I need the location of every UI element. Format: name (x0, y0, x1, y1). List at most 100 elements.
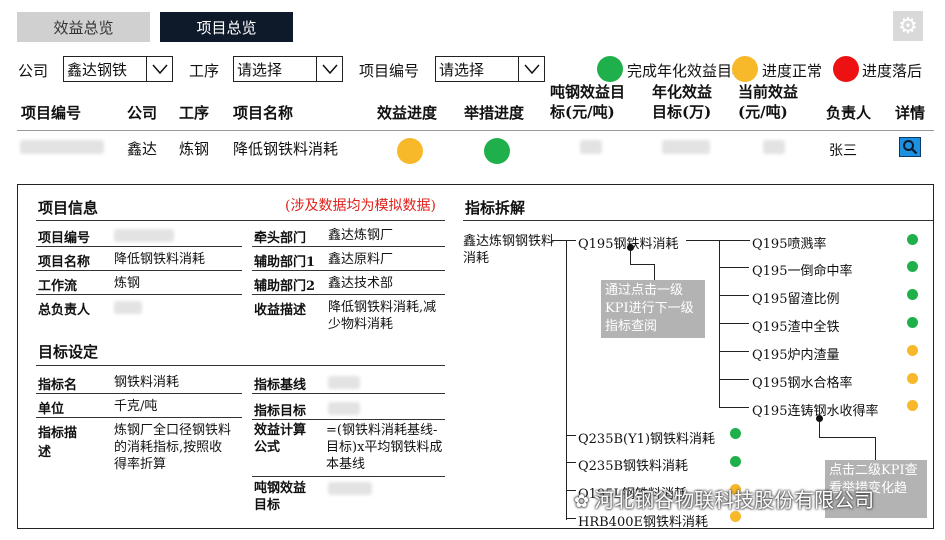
kpi-status-dot (730, 428, 741, 439)
divider (252, 294, 445, 295)
tree-line (719, 351, 749, 352)
row-process: 炼钢 (179, 140, 210, 158)
info-key-lead-dept: 牵头部门 (254, 231, 307, 246)
target-key-target: 指标目标 (254, 404, 307, 419)
table-header-divider (17, 130, 934, 131)
divider (36, 294, 242, 295)
project-no-select-value: 请选择 (439, 60, 485, 79)
info-value-aux-dept-2: 鑫达技术部 (328, 276, 394, 291)
col-ton-benefit-target: 吨钢效益目标(元/吨) (550, 83, 626, 121)
row-company: 鑫达 (127, 140, 158, 158)
tree-line (719, 323, 749, 324)
current-benefit-redacted (763, 140, 785, 154)
tree-line (566, 435, 576, 436)
info-key-project-no: 项目编号 (38, 231, 91, 246)
company-select[interactable]: 鑫达钢铁 (63, 56, 173, 82)
legend-normal-label: 进度正常 (762, 62, 823, 80)
callout-line (630, 250, 631, 264)
target-key-desc: 指标描述 (38, 426, 78, 460)
divider (252, 393, 445, 394)
target-title: 目标设定 (38, 343, 99, 361)
kpi-l1-hrb400e[interactable]: HRB400E钢铁料消耗 (578, 511, 708, 530)
callout-line (630, 264, 654, 265)
kpi-l2-slag-volume[interactable]: Q195炉内渣量 (752, 344, 839, 363)
gear-icon[interactable]: ⚙ (893, 11, 923, 41)
col-project-name: 项目名称 (233, 104, 294, 122)
col-benefit-progress: 效益进度 (377, 104, 438, 122)
detail-search-button[interactable] (899, 137, 921, 157)
wechat-icon: ✿ (574, 491, 595, 511)
kpi-l2-steel-pass-rate[interactable]: Q195钢水合格率 (752, 372, 852, 391)
chevron-down-icon[interactable] (316, 57, 342, 81)
kpi-l2-slag-iron[interactable]: Q195渣中全铁 (752, 316, 839, 335)
search-icon (903, 140, 918, 155)
target-baseline-redacted (328, 376, 360, 389)
chevron-down-icon[interactable] (518, 57, 544, 81)
row-project-name: 降低钢铁料消耗 (233, 140, 339, 158)
target-key-ton-benefit: 吨钢效益目标 (254, 481, 307, 513)
legend-behind-label: 进度落后 (862, 62, 923, 80)
info-key-owner: 总负责人 (38, 303, 91, 318)
target-target-redacted (328, 402, 360, 415)
company-label: 公司 (18, 62, 49, 80)
info-value-workflow: 炼钢 (114, 276, 141, 291)
target-key-indicator: 指标名 (38, 378, 78, 393)
kpi-l1-q235b[interactable]: Q235B钢铁料消耗 (578, 455, 688, 474)
legend-complete-label: 完成年化效益目标 (627, 62, 748, 80)
divider (36, 393, 242, 394)
tab-project-overview[interactable]: 项目总览 (160, 12, 293, 42)
divider (36, 270, 242, 271)
project-no-redacted (20, 140, 104, 154)
kpi-status-dot (907, 345, 918, 356)
col-company: 公司 (127, 104, 158, 122)
kpi-root: 鑫达炼钢钢铁料消耗 (463, 234, 555, 266)
info-key-aux-dept-1: 辅助部门1 (254, 255, 316, 270)
tree-line (686, 240, 750, 241)
col-owner: 负责人 (826, 104, 872, 122)
info-owner-redacted (114, 301, 142, 314)
chevron-down-icon[interactable] (146, 57, 172, 81)
info-key-benefit-desc: 收益描述 (254, 303, 307, 318)
kpi-status-dot (730, 456, 741, 467)
process-select[interactable]: 请选择 (233, 56, 343, 82)
info-value-benefit-desc: 降低钢铁料消耗,减少物料消耗 (328, 300, 437, 332)
kpi-l2-hit-rate[interactable]: Q195一倒命中率 (752, 260, 852, 279)
target-key-unit: 单位 (38, 402, 65, 417)
target-ton-benefit-redacted (328, 482, 372, 495)
tree-line (719, 407, 749, 408)
divider (252, 270, 445, 271)
info-value-aux-dept-1: 鑫达原料厂 (328, 252, 394, 267)
info-value-project-name: 降低钢铁料消耗 (114, 252, 206, 267)
kpi-l1-q235b-y1[interactable]: Q235B(Y1)钢铁料消耗 (578, 428, 715, 447)
col-detail: 详情 (895, 104, 926, 122)
watermark: ✿ 河北钢谷物联科技股份有限公司 (574, 484, 874, 513)
divider (252, 476, 445, 477)
kpi-callout-1: 通过点击一级KPI进行下一级指标查阅 (601, 280, 705, 338)
divider (36, 246, 242, 247)
legend-yellow-dot (732, 56, 758, 82)
kpi-status-dot (907, 317, 918, 328)
divider (36, 417, 242, 418)
simulated-data-note: (涉及数据均为模拟数据) (285, 198, 436, 214)
kpi-l2-casting-yield[interactable]: Q195连铸钢水收得率 (752, 400, 878, 419)
info-value-lead-dept: 鑫达炼钢厂 (328, 228, 394, 243)
legend-green-dot (597, 56, 623, 82)
callout-line (875, 437, 876, 461)
kpi-title: 指标拆解 (465, 199, 526, 217)
annual-benefit-redacted (662, 140, 710, 154)
kpi-l2-slag-retention[interactable]: Q195留渣比例 (752, 288, 839, 307)
kpi-divider (463, 220, 933, 221)
info-key-workflow: 工作流 (38, 279, 78, 294)
divider (252, 419, 445, 420)
tab-benefit-overview[interactable]: 效益总览 (17, 12, 150, 42)
callout-line (819, 437, 875, 438)
col-project-no: 项目编号 (21, 104, 82, 122)
divider (252, 246, 445, 247)
tree-line (566, 518, 576, 519)
info-key-project-name: 项目名称 (38, 255, 91, 270)
col-annual-benefit-target: 年化效益目标(万) (652, 83, 713, 121)
project-no-select[interactable]: 请选择 (435, 56, 545, 82)
kpi-status-dot (907, 289, 918, 300)
project-no-label: 项目编号 (359, 62, 420, 80)
kpi-l2-splash-rate[interactable]: Q195喷溅率 (752, 233, 826, 252)
